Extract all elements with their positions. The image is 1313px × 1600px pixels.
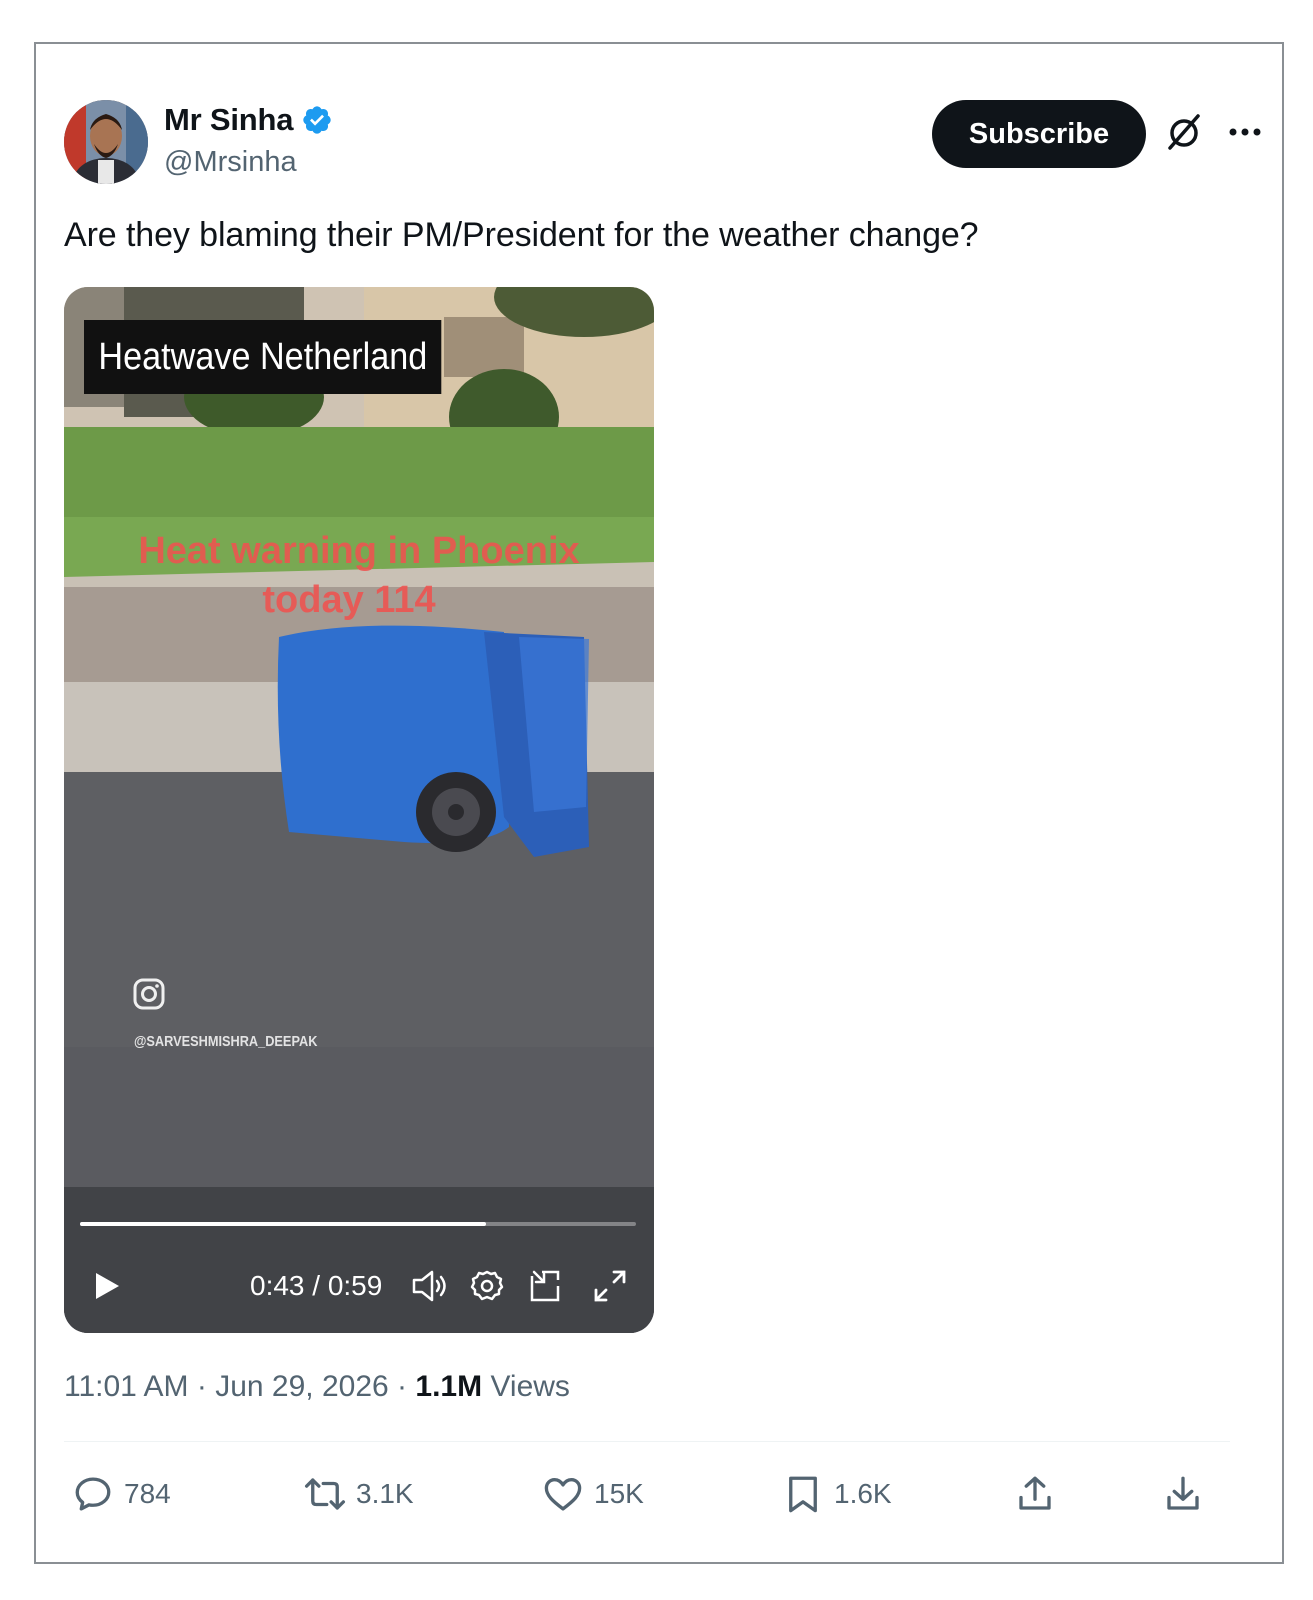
subscribe-button[interactable]: Subscribe xyxy=(932,100,1146,168)
video-overlay-caption-line1: Heat warning in Phoenix xyxy=(138,530,580,572)
reply-button[interactable]: 784 xyxy=(72,1469,171,1519)
divider xyxy=(64,1441,1230,1442)
share-icon xyxy=(1019,1476,1051,1510)
video-time: 0:43 / 0:59 xyxy=(250,1270,383,1301)
author-display-name[interactable]: Mr Sinha xyxy=(164,102,294,138)
tweet-meta: 11:01 AM · Jun 29, 2026 · 1.1M Views xyxy=(64,1370,570,1404)
download-icon xyxy=(1167,1476,1199,1510)
repost-button[interactable]: 3.1K xyxy=(304,1469,414,1519)
tweet-card: Mr Sinha @Mrsinha Subscribe Are they bla… xyxy=(34,42,1284,1564)
video-controls: 0:43 / 0:59 xyxy=(64,1262,654,1312)
more-icon[interactable] xyxy=(1228,126,1262,138)
heart-icon xyxy=(544,1477,582,1511)
author-handle[interactable]: @Mrsinha xyxy=(164,146,297,179)
video-watermark: @SARVESHMISHRA_DEEPAK xyxy=(134,1033,318,1050)
bookmark-count: 1.6K xyxy=(834,1478,892,1509)
bookmark-icon xyxy=(789,1476,817,1513)
tweet-date[interactable]: Jun 29, 2026 xyxy=(215,1370,388,1403)
like-count: 15K xyxy=(594,1478,644,1509)
tweet-time[interactable]: 11:01 AM xyxy=(64,1370,189,1403)
volume-icon[interactable] xyxy=(410,1268,450,1304)
repost-count: 3.1K xyxy=(356,1478,414,1509)
video-frame xyxy=(64,287,654,1333)
instagram-icon xyxy=(133,978,165,1010)
video-overlay-caption-line2: today 114 xyxy=(262,579,436,621)
bookmark-button[interactable]: 1.6K xyxy=(782,1469,892,1519)
verified-badge-icon xyxy=(303,106,331,134)
share-button[interactable] xyxy=(1014,1469,1056,1519)
video-overlay-title: Heatwave Netherland xyxy=(84,320,442,394)
tweet-text: Are they blaming their PM/President for … xyxy=(64,216,979,254)
video-progress-fill xyxy=(80,1222,486,1226)
like-button[interactable]: 15K xyxy=(542,1469,644,1519)
views-count: 1.1M xyxy=(415,1370,483,1403)
avatar[interactable] xyxy=(64,100,148,184)
author-name-row[interactable]: Mr Sinha xyxy=(164,102,333,138)
blue-bin xyxy=(277,625,589,857)
play-icon[interactable] xyxy=(92,1270,122,1302)
settings-icon[interactable] xyxy=(470,1268,504,1304)
video-player[interactable]: Heatwave Netherland Heat warning in Phoe… xyxy=(64,287,654,1333)
fullscreen-icon[interactable] xyxy=(592,1268,628,1304)
picture-in-picture-icon[interactable] xyxy=(528,1268,564,1304)
meta-separator: · xyxy=(196,1370,207,1403)
repost-icon xyxy=(304,1478,346,1510)
download-button[interactable] xyxy=(1162,1469,1204,1519)
reply-icon xyxy=(75,1477,111,1511)
reply-count: 784 xyxy=(124,1478,171,1509)
grok-icon[interactable] xyxy=(1164,112,1204,152)
video-progress-bar[interactable] xyxy=(80,1222,636,1226)
meta-separator: · xyxy=(397,1370,408,1403)
views-label: Views xyxy=(490,1370,570,1403)
